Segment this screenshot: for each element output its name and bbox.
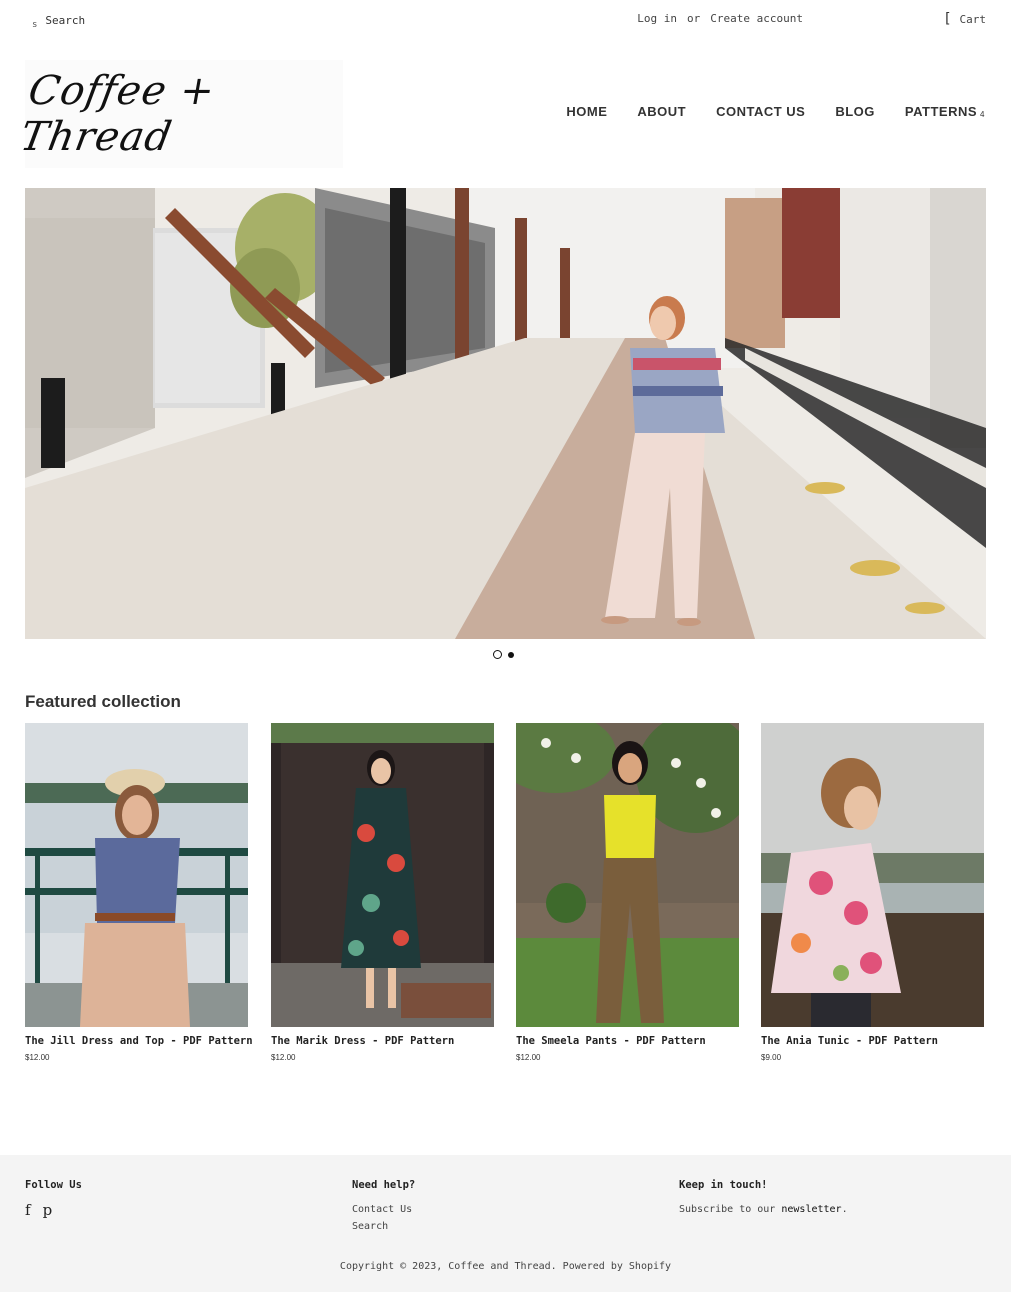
site-footer: Follow Us f p Need help? Contact Us Sear… <box>0 1155 1011 1292</box>
product-card: The Marik Dress - PDF Pattern $12.00 <box>271 723 494 1062</box>
nav-blog[interactable]: BLOG <box>835 104 875 119</box>
chevron-down-icon: 4 <box>980 110 985 119</box>
main-nav: HOME ABOUT CONTACT US BLOG PATTERNS 4 <box>566 104 985 119</box>
footer-search-link[interactable]: Search <box>352 1221 415 1232</box>
login-link[interactable]: Log in <box>637 12 677 25</box>
subscribe-text: Subscribe to our <box>679 1204 776 1215</box>
facebook-icon[interactable]: f <box>25 1201 31 1219</box>
cart-link[interactable]: [ Cart <box>943 11 986 27</box>
hero-photo <box>25 188 986 639</box>
footer-help: Need help? Contact Us Search <box>352 1179 415 1232</box>
product-image[interactable] <box>761 723 984 1027</box>
slide-dot-2[interactable] <box>508 651 514 658</box>
top-bar: s Log in or Create account [ Cart <box>0 0 1011 40</box>
product-image[interactable] <box>271 723 494 1027</box>
nav-patterns-label: PATTERNS <box>904 104 978 119</box>
social-links: f p <box>25 1201 82 1219</box>
search-icon[interactable]: s <box>32 20 37 30</box>
featured-collection-title: Featured collection <box>25 692 181 711</box>
or-separator: or <box>687 12 701 25</box>
search-input[interactable] <box>45 13 166 27</box>
product-price: $12.00 <box>516 1053 541 1062</box>
subscribe-period: . <box>841 1204 848 1215</box>
product-image[interactable] <box>516 723 739 1027</box>
footer-follow: Follow Us f p <box>25 1179 82 1219</box>
touch-heading: Keep in touch! <box>679 1179 768 1191</box>
slideshow-dots <box>493 650 514 659</box>
search-form: s <box>32 10 166 30</box>
footer-contact-link[interactable]: Contact Us <box>352 1204 415 1215</box>
cart-icon: [ <box>943 11 952 27</box>
product-card: The Smeela Pants - PDF Pattern $12.00 <box>516 723 739 1062</box>
help-heading: Need help? <box>352 1179 416 1191</box>
slide-dot-1[interactable] <box>493 650 502 659</box>
product-title[interactable]: The Jill Dress and Top - PDF Pattern <box>25 1035 253 1047</box>
newsletter-link[interactable]: newsletter <box>781 1204 841 1215</box>
copyright-text: Copyright © 2023, Coffee and Thread. Pow… <box>339 1261 672 1272</box>
account-links: Log in or Create account <box>637 12 803 25</box>
product-photo <box>25 723 248 1027</box>
nav-home[interactable]: HOME <box>566 104 607 119</box>
product-photo <box>761 723 984 1027</box>
follow-heading: Follow Us <box>25 1179 82 1191</box>
product-title[interactable]: The Marik Dress - PDF Pattern <box>271 1035 494 1047</box>
logo-text: Coffee + Thread <box>16 68 219 160</box>
product-image[interactable] <box>25 723 248 1027</box>
product-photo <box>271 723 494 1027</box>
site-logo[interactable]: Coffee + Thread <box>17 60 343 168</box>
create-account-link[interactable]: Create account <box>710 12 803 25</box>
product-title[interactable]: The Smeela Pants - PDF Pattern <box>516 1035 739 1047</box>
product-card: The Ania Tunic - PDF Pattern $9.00 <box>761 723 984 1062</box>
cart-label: Cart <box>959 12 987 26</box>
product-title[interactable]: The Ania Tunic - PDF Pattern <box>761 1035 984 1047</box>
product-price: $12.00 <box>271 1053 296 1062</box>
footer-touch: Keep in touch! Subscribe to our newslett… <box>679 1179 848 1215</box>
nav-patterns[interactable]: PATTERNS 4 <box>905 104 985 119</box>
nav-contact[interactable]: CONTACT US <box>716 104 805 119</box>
product-price: $12.00 <box>25 1053 50 1062</box>
product-photo <box>516 723 739 1027</box>
pinterest-icon[interactable]: p <box>43 1201 53 1219</box>
product-price: $9.00 <box>761 1053 782 1062</box>
nav-about[interactable]: ABOUT <box>637 104 686 119</box>
newsletter-text: Subscribe to our newsletter. <box>679 1204 848 1215</box>
product-card: The Jill Dress and Top - PDF Pattern $12… <box>25 723 253 1062</box>
hero-slide-image[interactable] <box>25 188 986 639</box>
